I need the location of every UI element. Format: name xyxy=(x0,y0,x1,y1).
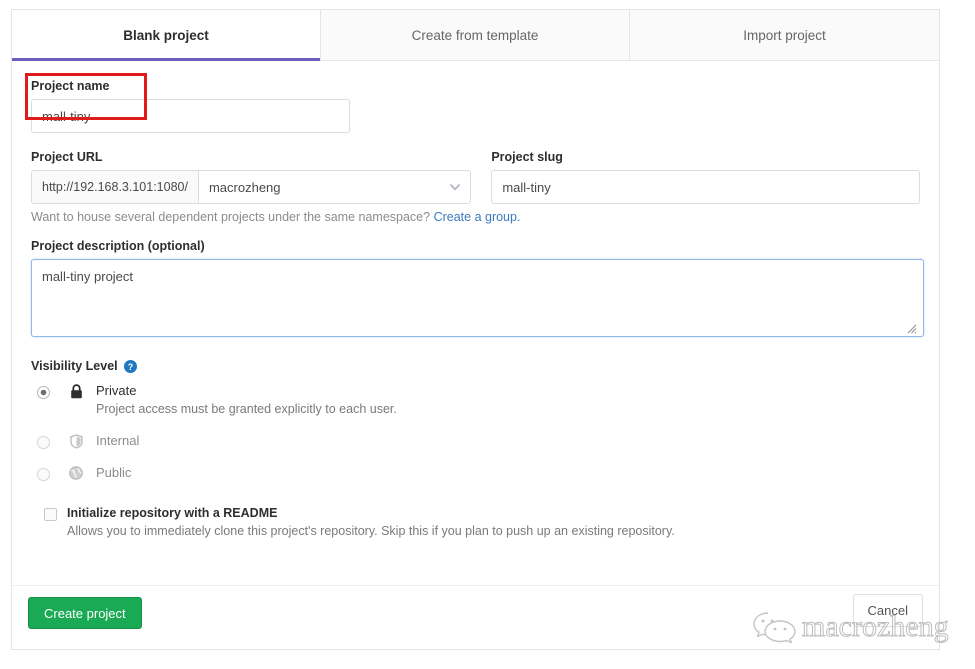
project-description-group: Project description (optional) xyxy=(31,239,920,337)
visibility-private-text: Private Project access must be granted e… xyxy=(96,382,397,418)
namespace-select-value: macrozheng xyxy=(199,171,470,204)
initialize-readme-label: Initialize repository with a README xyxy=(67,506,675,520)
shield-icon xyxy=(68,432,84,450)
namespace-select[interactable]: macrozheng xyxy=(198,170,471,204)
visibility-level-group: Visibility Level ? xyxy=(31,359,920,482)
project-url-label: Project URL xyxy=(31,150,471,164)
visibility-public-text: Public xyxy=(96,464,131,482)
tab-import-project-label: Import project xyxy=(743,28,826,43)
namespace-hint: Want to house several dependent projects… xyxy=(31,210,920,224)
visibility-internal-text: Internal xyxy=(96,432,139,450)
visibility-level-label: Visibility Level xyxy=(31,359,118,373)
initialize-readme-row[interactable]: Initialize repository with a README Allo… xyxy=(31,506,920,538)
radio-private[interactable] xyxy=(37,386,50,399)
project-url-prefix: http://192.168.3.101:1080/ xyxy=(31,170,198,204)
question-circle-icon[interactable]: ? xyxy=(124,360,137,373)
tab-create-from-template-label: Create from template xyxy=(412,28,539,43)
create-a-group-link[interactable]: Create a group. xyxy=(434,210,521,224)
create-project-button[interactable]: Create project xyxy=(28,597,142,629)
visibility-private-title: Private xyxy=(96,382,397,400)
project-url-group: Project URL http://192.168.3.101:1080/ m… xyxy=(31,150,471,204)
globe-icon xyxy=(68,464,84,482)
project-description-label: Project description (optional) xyxy=(31,239,920,253)
visibility-level-heading: Visibility Level ? xyxy=(31,359,920,373)
tab-blank-project[interactable]: Blank project xyxy=(12,10,321,60)
tab-blank-project-label: Blank project xyxy=(123,28,209,43)
namespace-hint-text: Want to house several dependent projects… xyxy=(31,210,430,224)
project-slug-label: Project slug xyxy=(491,150,920,164)
tab-create-from-template[interactable]: Create from template xyxy=(321,10,630,60)
project-name-group: Project name xyxy=(31,79,920,133)
project-name-label: Project name xyxy=(31,79,920,93)
new-project-card: Blank project Create from template Impor… xyxy=(11,9,940,650)
visibility-option-internal[interactable]: Internal xyxy=(31,432,920,450)
visibility-internal-title: Internal xyxy=(96,432,139,450)
svg-text:?: ? xyxy=(127,361,132,371)
cancel-button[interactable]: Cancel xyxy=(853,594,923,627)
project-url-input-group: http://192.168.3.101:1080/ macrozheng xyxy=(31,170,471,204)
project-slug-group: Project slug xyxy=(491,150,920,204)
initialize-readme-description: Allows you to immediately clone this pro… xyxy=(67,524,675,538)
visibility-option-public[interactable]: Public xyxy=(31,464,920,482)
readme-checkbox[interactable] xyxy=(44,508,57,521)
project-description-textarea[interactable] xyxy=(31,259,924,337)
project-description-wrapper xyxy=(31,259,920,337)
chevron-down-icon xyxy=(450,184,460,191)
initialize-readme-group: Initialize repository with a README Allo… xyxy=(31,506,920,538)
visibility-private-description: Project access must be granted explicitl… xyxy=(96,400,397,418)
form-footer: Create project Cancel xyxy=(12,585,939,649)
new-project-form: Project name Project URL http://192.168.… xyxy=(12,61,939,538)
radio-internal[interactable] xyxy=(37,436,50,449)
project-name-input[interactable] xyxy=(31,99,350,133)
radio-public[interactable] xyxy=(37,468,50,481)
url-and-slug-row: Project URL http://192.168.3.101:1080/ m… xyxy=(31,150,920,204)
project-slug-input[interactable] xyxy=(491,170,920,204)
tab-import-project[interactable]: Import project xyxy=(630,10,939,60)
visibility-option-private[interactable]: Private Project access must be granted e… xyxy=(31,382,920,418)
lock-icon xyxy=(68,382,84,400)
initialize-readme-text: Initialize repository with a README Allo… xyxy=(67,506,675,538)
visibility-public-title: Public xyxy=(96,464,131,482)
project-type-tabs: Blank project Create from template Impor… xyxy=(12,10,939,61)
